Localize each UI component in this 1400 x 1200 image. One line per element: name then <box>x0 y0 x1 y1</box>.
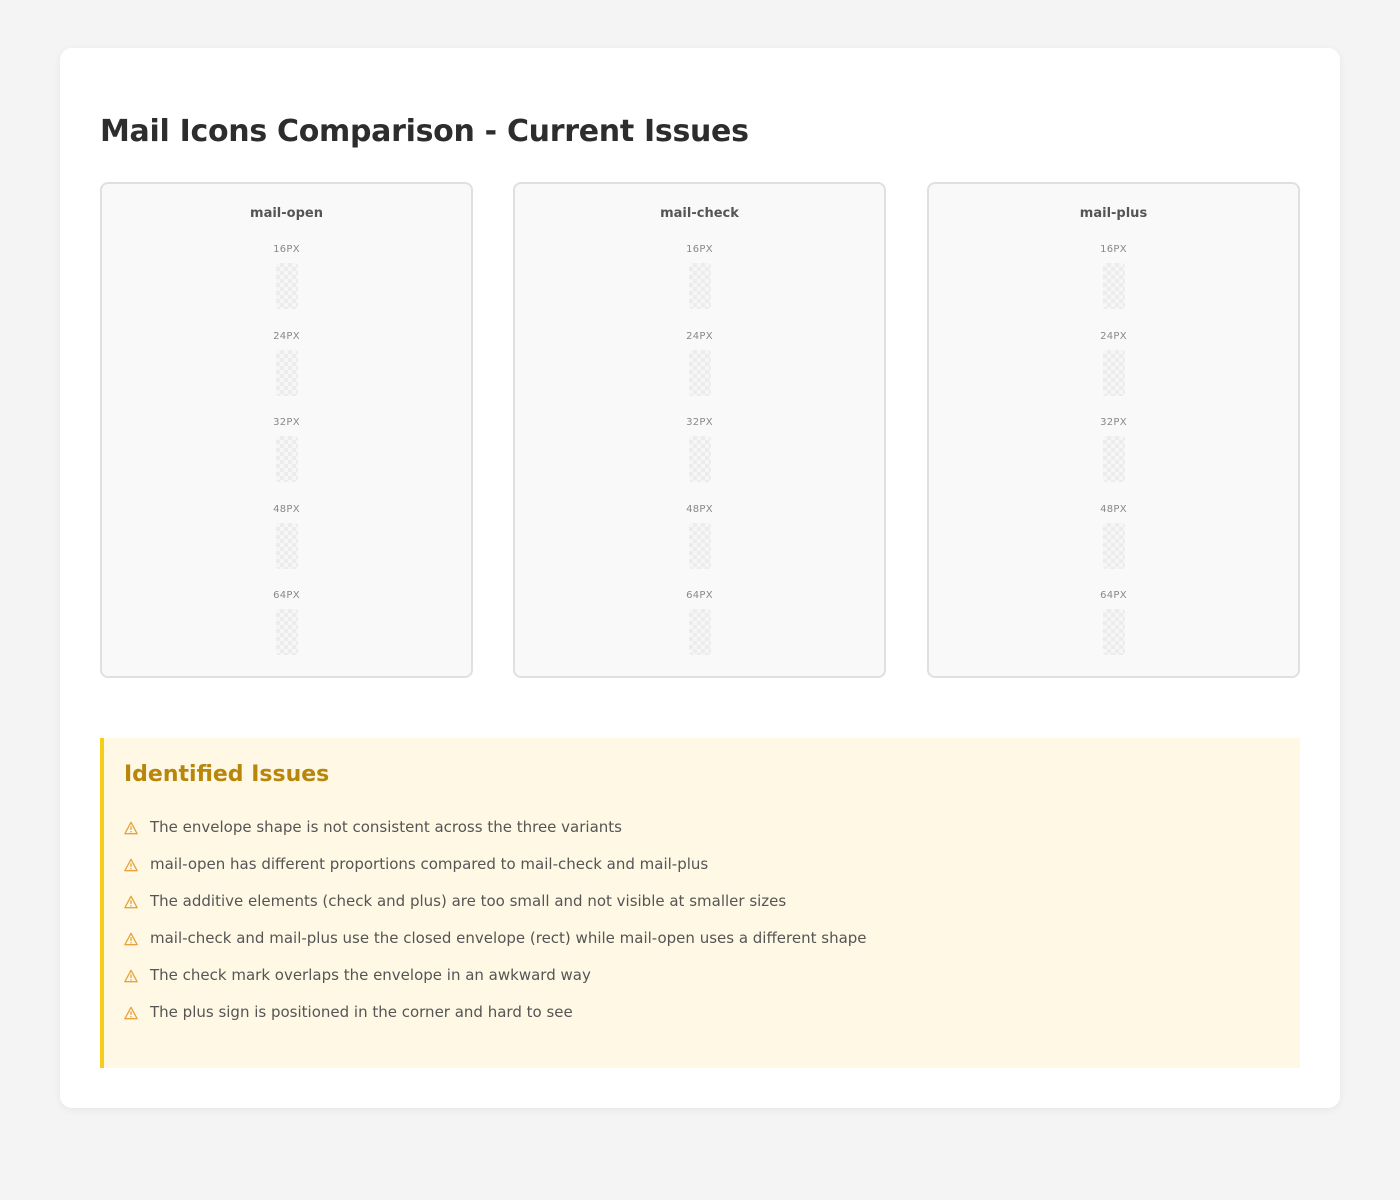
size-row-64: 64PX <box>929 590 1298 660</box>
issue-item: The check mark overlaps the envelope in … <box>124 966 867 1003</box>
size-label: 48PX <box>686 504 713 515</box>
mail-check-icon <box>688 523 711 569</box>
warning-icon <box>124 969 138 983</box>
variant-card-mail-open: mail-open 16PX 24PX 32PX 48PX 64PX <box>100 182 473 678</box>
mail-open-icon <box>275 609 298 655</box>
variant-title: mail-check <box>660 206 739 221</box>
variant-card-mail-plus: mail-plus 16PX 24PX 32PX 48PX 64PX <box>927 182 1300 678</box>
mail-plus-icon <box>1102 436 1125 482</box>
mail-plus-icon <box>1102 609 1125 655</box>
main-card: Mail Icons Comparison - Current Issues m… <box>60 48 1340 1108</box>
issue-text: The check mark overlaps the envelope in … <box>150 966 591 984</box>
size-row-24: 24PX <box>929 331 1298 401</box>
size-row-24: 24PX <box>515 331 884 401</box>
size-label: 32PX <box>1100 417 1127 428</box>
mail-plus-icon <box>1102 263 1125 309</box>
size-label: 16PX <box>273 244 300 255</box>
issues-panel: Identified Issues The envelope shape is … <box>100 738 1300 1068</box>
variant-card-mail-check: mail-check 16PX 24PX 32PX 48PX 64PX <box>513 182 886 678</box>
size-label: 16PX <box>1100 244 1127 255</box>
size-row-16: 16PX <box>102 244 471 314</box>
size-row-64: 64PX <box>102 590 471 660</box>
size-row-32: 32PX <box>929 417 1298 487</box>
warning-icon <box>124 895 138 909</box>
issue-text: The additive elements (check and plus) a… <box>150 892 787 910</box>
size-label: 24PX <box>686 331 713 342</box>
size-row-48: 48PX <box>102 504 471 574</box>
size-label: 64PX <box>686 590 713 601</box>
mail-open-icon <box>275 350 298 396</box>
size-label: 48PX <box>273 504 300 515</box>
mail-open-icon <box>275 436 298 482</box>
warning-icon <box>124 1006 138 1020</box>
issue-text: mail-open has different proportions comp… <box>150 855 709 873</box>
mail-open-icon <box>275 523 298 569</box>
size-label: 64PX <box>273 590 300 601</box>
size-label: 24PX <box>273 331 300 342</box>
size-row-48: 48PX <box>929 504 1298 574</box>
size-label: 32PX <box>686 417 713 428</box>
size-row-16: 16PX <box>929 244 1298 314</box>
size-row-32: 32PX <box>515 417 884 487</box>
page-title: Mail Icons Comparison - Current Issues <box>100 114 749 149</box>
warning-icon <box>124 932 138 946</box>
mail-plus-icon <box>1102 350 1125 396</box>
issue-text: mail-check and mail-plus use the closed … <box>150 929 867 947</box>
issue-list: The envelope shape is not consistent acr… <box>124 818 867 1040</box>
issue-item: The additive elements (check and plus) a… <box>124 892 867 929</box>
mail-check-icon <box>688 263 711 309</box>
size-label: 24PX <box>1100 331 1127 342</box>
variant-columns: mail-open 16PX 24PX 32PX 48PX 64PX mail-… <box>100 182 1300 678</box>
issue-item: The plus sign is positioned in the corne… <box>124 1003 867 1040</box>
size-row-24: 24PX <box>102 331 471 401</box>
issue-item: mail-open has different proportions comp… <box>124 855 867 892</box>
mail-check-icon <box>688 609 711 655</box>
issues-title: Identified Issues <box>124 762 330 787</box>
size-label: 64PX <box>1100 590 1127 601</box>
mail-open-icon <box>275 263 298 309</box>
size-row-16: 16PX <box>515 244 884 314</box>
issue-item: The envelope shape is not consistent acr… <box>124 818 867 855</box>
size-row-64: 64PX <box>515 590 884 660</box>
issue-text: The plus sign is positioned in the corne… <box>150 1003 573 1021</box>
size-row-48: 48PX <box>515 504 884 574</box>
mail-check-icon <box>688 350 711 396</box>
size-label: 32PX <box>273 417 300 428</box>
variant-title: mail-plus <box>1079 206 1148 221</box>
size-row-32: 32PX <box>102 417 471 487</box>
size-label: 16PX <box>686 244 713 255</box>
size-label: 48PX <box>1100 504 1127 515</box>
warning-icon <box>124 821 138 835</box>
warning-icon <box>124 858 138 872</box>
mail-check-icon <box>688 436 711 482</box>
issue-item: mail-check and mail-plus use the closed … <box>124 929 867 966</box>
mail-plus-icon <box>1102 523 1125 569</box>
issue-text: The envelope shape is not consistent acr… <box>150 818 622 836</box>
variant-title: mail-open <box>250 206 323 221</box>
